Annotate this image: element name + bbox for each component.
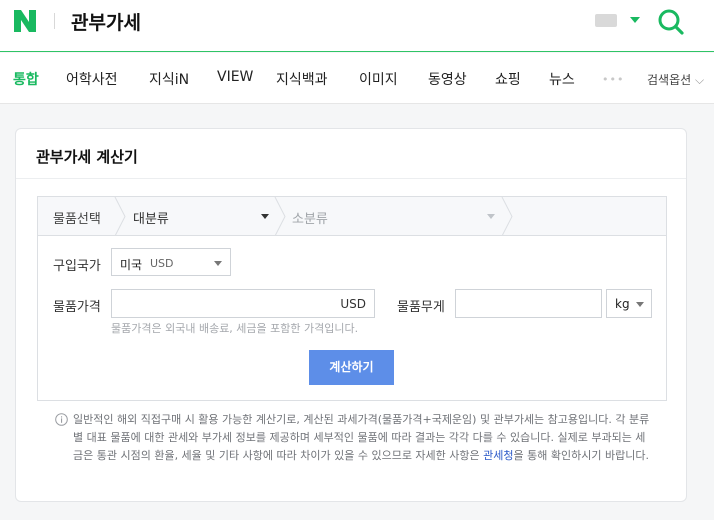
customs-service-link[interactable]: 관세청: [483, 449, 513, 462]
crumb-item-select: 물품선택: [53, 212, 101, 227]
chevron-right-icon: [274, 197, 286, 236]
keyboard-icon[interactable]: [595, 14, 617, 27]
search-query-input[interactable]: 관부가세: [71, 8, 141, 35]
weight-unit-select[interactable]: kg: [606, 289, 652, 318]
logo-divider: [54, 13, 55, 29]
tab-integrated[interactable]: 통합: [13, 69, 39, 89]
country-select[interactable]: 미국 USD: [111, 248, 231, 276]
card-title: 관부가세 계산기: [36, 148, 138, 166]
caret-down-icon[interactable]: [487, 214, 495, 219]
weight-unit-value: kg: [615, 297, 630, 311]
caret-down-icon: [636, 302, 644, 307]
category-breadcrumb: 물품선택 대분류 소분류: [38, 197, 666, 236]
tab-encyclopedia[interactable]: 지식백과: [276, 69, 328, 89]
chevron-right-icon: [114, 197, 126, 236]
customs-calculator-card: 관부가세 계산기 물품선택 대분류 소분류 구입국가 미국 USD 물품가격 U…: [15, 128, 687, 502]
title-divider: [16, 178, 686, 179]
search-header: 관부가세: [0, 0, 714, 52]
tab-dictionary[interactable]: 어학사전: [66, 69, 118, 89]
more-tabs-icon[interactable]: •••: [602, 73, 624, 86]
caret-down-icon[interactable]: [261, 214, 269, 219]
tab-video[interactable]: 동영상: [428, 69, 467, 89]
tab-shopping[interactable]: 쇼핑: [495, 69, 521, 89]
price-unit: USD: [340, 297, 366, 311]
caret-down-icon: [214, 261, 222, 266]
major-category-select[interactable]: 대분류: [133, 208, 169, 227]
search-icon[interactable]: [657, 8, 685, 36]
minor-category-select[interactable]: 소분류: [292, 208, 328, 227]
price-helper-text: 물품가격은 외국내 배송료, 세금을 포함한 가격입니다.: [111, 322, 359, 335]
disclaimer-text: 일반적인 해외 직접구매 시 활용 가능한 계산기로, 계산된 과세가격(물품가…: [73, 411, 653, 465]
weight-input[interactable]: [455, 289, 602, 318]
info-icon: [55, 413, 68, 426]
tab-news[interactable]: 뉴스: [549, 69, 575, 89]
search-options-label: 검색옵션: [647, 73, 692, 87]
search-tab-bar: 통합 어학사전 지식iN VIEW 지식백과 이미지 동영상 쇼핑 뉴스 •••…: [0, 53, 714, 104]
search-options-button[interactable]: 검색옵션 ⌵: [647, 71, 704, 88]
price-label: 물품가격: [53, 300, 101, 315]
chevron-down-icon: ⌵: [691, 73, 705, 87]
currency-value: USD: [150, 257, 174, 270]
calculator-form: 물품선택 대분류 소분류 구입국가 미국 USD 물품가격 USD 물품무게 k…: [37, 196, 667, 401]
tab-images[interactable]: 이미지: [359, 69, 398, 89]
naver-logo-icon[interactable]: [13, 9, 37, 33]
disclaimer-tail: 을 통해 확인하시기 바랍니다.: [513, 449, 649, 462]
country-label: 구입국가: [53, 259, 101, 274]
chevron-right-icon: [501, 197, 513, 236]
tab-view[interactable]: VIEW: [217, 69, 253, 85]
tab-kin[interactable]: 지식iN: [149, 69, 189, 89]
country-value: 미국: [120, 258, 143, 272]
weight-label: 물품무게: [397, 300, 445, 315]
calculate-button[interactable]: 계산하기: [309, 350, 394, 385]
price-input[interactable]: USD: [111, 289, 375, 318]
autocomplete-toggle-icon[interactable]: [630, 17, 640, 23]
